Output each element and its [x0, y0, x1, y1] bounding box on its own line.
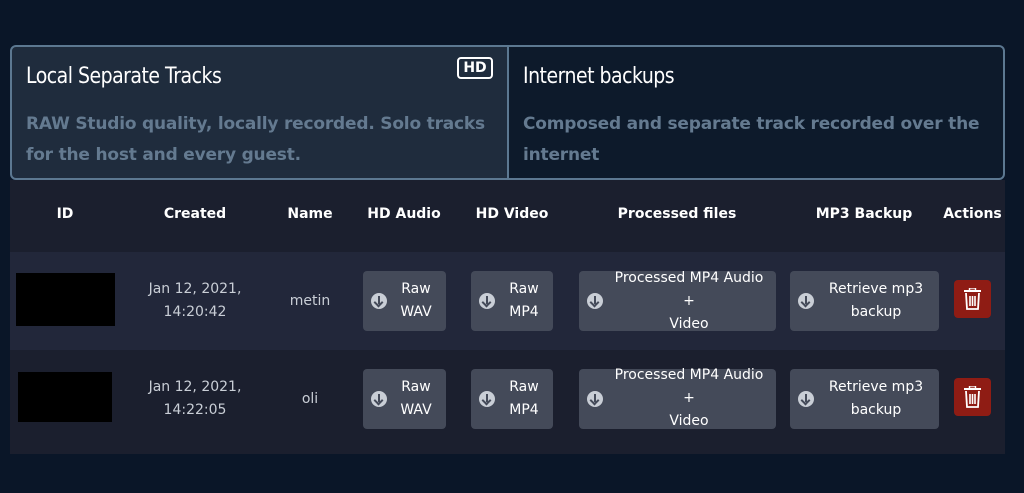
- tab-title: Local Separate Tracks: [26, 64, 222, 89]
- table-row: Jan 12, 2021, 14:20:42 metin Raw WAV Raw…: [10, 252, 1005, 350]
- button-label: Processed MP4 Audio + Video: [614, 269, 764, 332]
- button-label: Raw WAV: [400, 378, 432, 418]
- header-processed-files: Processed files: [617, 206, 737, 222]
- header-actions: Actions: [943, 206, 1002, 222]
- button-label: Raw MP4: [509, 378, 539, 418]
- tab-description: Composed and separate track recorded ove…: [523, 114, 980, 165]
- name-cell: oli: [270, 350, 350, 447]
- created-cell: Jan 12, 2021, 14:22:05: [120, 350, 270, 447]
- actions-cell: [940, 350, 1005, 447]
- processed-mp4-button[interactable]: Processed MP4 Audio + Video: [578, 367, 776, 429]
- header-name: Name: [287, 206, 333, 222]
- retrieve-mp3-button[interactable]: Retrieve mp3 backup: [789, 271, 939, 331]
- raw-mp4-button[interactable]: Raw MP4: [471, 271, 553, 331]
- mp3-backup-cell: Retrieve mp3 backup: [788, 252, 940, 350]
- download-circle-icon: [586, 390, 603, 407]
- recording-tabs: Local Separate Tracks HD RAW Studio qual…: [10, 45, 1005, 180]
- table-header-row: ID Created Name HD Audio HD Video Proces…: [10, 180, 1005, 252]
- id-cell: [10, 350, 120, 447]
- created-value: Jan 12, 2021, 14:20:42: [148, 281, 242, 320]
- name-value: metin: [289, 293, 331, 309]
- download-circle-icon: [370, 390, 387, 407]
- raw-wav-button[interactable]: Raw WAV: [362, 271, 446, 331]
- hd-video-cell: Raw MP4: [458, 252, 566, 350]
- download-circle-icon: [479, 390, 495, 407]
- tab-internet-backups[interactable]: Internet backups Composed and separate t…: [509, 45, 1005, 180]
- processed-files-cell: Processed MP4 Audio + Video: [566, 252, 788, 350]
- created-cell: Jan 12, 2021, 14:20:42: [120, 252, 270, 350]
- processed-files-cell: Processed MP4 Audio + Video: [566, 350, 788, 447]
- header-id: ID: [56, 206, 74, 222]
- tab-description: RAW Studio quality, locally recorded. So…: [26, 114, 485, 165]
- tab-title: Internet backups: [523, 64, 675, 89]
- button-label: Retrieve mp3 backup: [828, 281, 924, 320]
- hd-video-cell: Raw MP4: [458, 350, 566, 447]
- redacted-id: [18, 371, 112, 422]
- button-label: Raw WAV: [400, 281, 432, 320]
- hd-audio-cell: Raw WAV: [350, 350, 458, 447]
- raw-wav-button[interactable]: Raw WAV: [362, 368, 446, 429]
- header-created: Created: [163, 206, 227, 222]
- download-circle-icon: [586, 293, 603, 309]
- retrieve-mp3-button[interactable]: Retrieve mp3 backup: [789, 368, 939, 429]
- trash-icon: [964, 385, 981, 408]
- redacted-id: [15, 272, 115, 326]
- name-value: oli: [301, 390, 319, 407]
- tracks-table: ID Created Name HD Audio HD Video Proces…: [10, 180, 1005, 454]
- download-circle-icon: [797, 390, 814, 407]
- hd-audio-cell: Raw WAV: [350, 252, 458, 350]
- download-circle-icon: [479, 293, 495, 309]
- created-value: Jan 12, 2021, 14:22:05: [148, 378, 242, 418]
- table-row: Jan 12, 2021, 14:22:05 oli Raw WAV Raw M…: [10, 350, 1005, 447]
- button-label: Raw MP4: [509, 281, 539, 320]
- button-label: Processed MP4 Audio + Video: [614, 367, 764, 429]
- mp3-backup-cell: Retrieve mp3 backup: [788, 350, 940, 447]
- header-mp3-backup: MP3 Backup: [815, 206, 913, 222]
- tab-local-separate-tracks[interactable]: Local Separate Tracks HD RAW Studio qual…: [10, 45, 509, 180]
- delete-button[interactable]: [954, 377, 991, 416]
- header-hd-audio: HD Audio: [367, 206, 441, 222]
- raw-mp4-button[interactable]: Raw MP4: [471, 368, 553, 429]
- name-cell: metin: [270, 252, 350, 350]
- download-circle-icon: [370, 293, 387, 309]
- id-cell: [10, 252, 120, 350]
- download-circle-icon: [797, 293, 814, 309]
- actions-cell: [940, 252, 1005, 350]
- button-label: Retrieve mp3 backup: [828, 378, 924, 418]
- trash-icon: [964, 288, 981, 310]
- hd-badge: HD: [457, 57, 493, 79]
- header-hd-video: HD Video: [475, 206, 549, 222]
- processed-mp4-button[interactable]: Processed MP4 Audio + Video: [578, 270, 776, 332]
- delete-button[interactable]: [954, 280, 991, 318]
